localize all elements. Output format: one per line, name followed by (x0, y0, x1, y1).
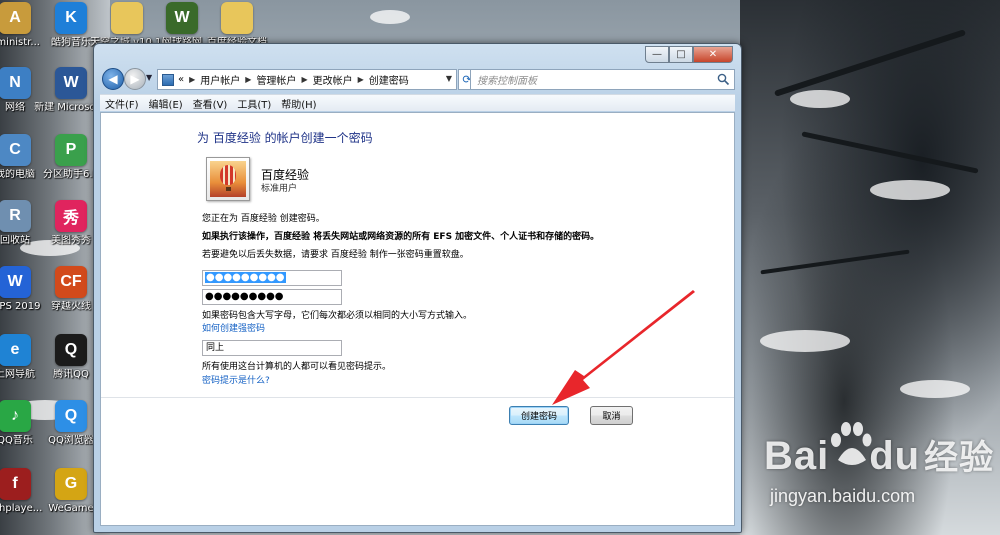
desktop-icon-word-image-icon: W (55, 67, 87, 99)
address-bar[interactable]: « ▶ 用户帐户 ▶ 管理帐户 ▶ 更改帐户 ▶ 创建密码 ▼ (157, 69, 457, 90)
wallpaper-snow (370, 10, 410, 24)
breadcrumb-item-create-password[interactable]: 创建密码 (369, 72, 409, 87)
desktop-icon-network-image-icon: N (0, 67, 31, 99)
desktop-icon-partition-image-icon: P (55, 134, 87, 166)
desktop-icon-cf-image-icon: CF (55, 266, 87, 298)
close-icon: ✕ (708, 49, 718, 60)
forward-arrow-icon: ▶ (130, 72, 140, 86)
search-box[interactable]: 搜索控制面板 (470, 69, 735, 90)
menu-tools[interactable]: 工具(T) (232, 96, 276, 111)
window-caption-buttons: — □ ✕ (645, 46, 733, 63)
breadcrumb-separator-icon: ▶ (301, 75, 308, 84)
desktop-icon-wps-image-icon: W (0, 266, 31, 298)
create-password-button[interactable]: 创建密码 (509, 406, 569, 425)
breadcrumb-item-user-accounts[interactable]: 用户帐户 (200, 72, 240, 87)
menu-help[interactable]: 帮助(H) (276, 96, 321, 111)
desktop-icon-qqbrowser-image-icon: Q (55, 400, 87, 432)
desktop-icon-administrator-image-icon: A (0, 2, 31, 34)
desktop-icon-meitu-image-icon: 秀 (55, 200, 87, 232)
breadcrumb-item-change-account[interactable]: 更改帐户 (313, 72, 353, 87)
desktop-icon-folder-2-image-icon (221, 2, 253, 34)
breadcrumb-separator-icon: ▶ (189, 75, 196, 84)
user-avatar (206, 157, 250, 201)
content-pane: 为 百度经验 的帐户创建一个密码 百度经验 标准用户 您正在为 百度经验 创建密… (100, 112, 735, 526)
wallpaper-snow (790, 90, 850, 108)
data-loss-warning: 如果执行该操作，百度经验 将丢失网站或网络资源的所有 EFS 加密文件、个人证书… (202, 232, 600, 242)
desktop-icon-ie-image-icon: e (0, 334, 31, 366)
password-hint-field[interactable]: 同上 (202, 340, 342, 356)
breadcrumb-item-manage-accounts[interactable]: 管理帐户 (256, 72, 296, 87)
menu-bar: 文件(F) 编辑(E) 查看(V) 工具(T) 帮助(H) (100, 94, 735, 111)
new-password-field[interactable]: ●●●●●●●●● (202, 270, 342, 286)
cancel-button[interactable]: 取消 (590, 406, 633, 425)
wallpaper-snow (760, 330, 850, 352)
button-divider (101, 397, 734, 398)
address-dropdown-icon[interactable]: ▼ (446, 74, 452, 83)
hot-air-balloon-picture-icon (210, 161, 246, 197)
desktop-icon-folder-2[interactable]: 百度经验文档 (200, 2, 274, 49)
desktop-icon-flashplayer-image-icon: f (0, 468, 31, 500)
desktop-icon-recycle-bin-image-icon: R (0, 200, 31, 232)
page-title: 为 百度经验 的帐户创建一个密码 (197, 131, 373, 145)
menu-file[interactable]: 文件(F) (100, 96, 144, 111)
creating-password-message: 您正在为 百度经验 创建密码。 (202, 214, 325, 224)
breadcrumb-separator-icon: ▶ (357, 75, 364, 84)
forward-button[interactable]: ▶ (124, 68, 146, 90)
control-panel-icon (162, 73, 174, 86)
hint-visibility-note: 所有使用这台计算机的人都可以看见密码提示。 (202, 362, 392, 372)
control-panel-window: — □ ✕ ◀ ▶ ▼ « ▶ 用户帐户 ▶ 管理帐户 ▶ 更改帐户 ▶ 创建密… (93, 43, 742, 533)
back-button[interactable]: ◀ (102, 68, 124, 90)
baidu-paw-icon (831, 422, 872, 465)
menu-view[interactable]: 查看(V) (188, 96, 233, 111)
wallpaper-snow (870, 180, 950, 200)
reset-disk-advice: 若要避免以后丢失数据，请要求 百度经验 制作一张密码重置软盘。 (202, 250, 469, 260)
wallpaper-snow (900, 380, 970, 398)
baidu-watermark: Bai du 经验 jingyan.baidu.com (764, 422, 1000, 528)
watermark-url: jingyan.baidu.com (770, 486, 916, 506)
desktop-icon-wegame-image-icon: G (55, 468, 87, 500)
navigation-bar: ◀ ▶ ▼ « ▶ 用户帐户 ▶ 管理帐户 ▶ 更改帐户 ▶ 创建密码 ▼ ⟳ … (100, 68, 735, 92)
search-icon[interactable] (717, 73, 730, 86)
watermark-logo: Bai du 经验 (764, 434, 995, 478)
desktop-icon-folder-1-image-icon (111, 2, 143, 34)
breadcrumb-separator-icon: ▶ (245, 75, 252, 84)
menu-edit[interactable]: 编辑(E) (144, 96, 188, 111)
desktop-icon-qqmusic-image-icon: ♪ (0, 400, 31, 432)
desktop-icon-computer-image-icon: C (0, 134, 31, 166)
desktop-icon-game-image-icon: W (166, 2, 198, 34)
desktop-icon-qq-image-icon: Q (55, 334, 87, 366)
user-type: 标准用户 (261, 184, 298, 194)
maximize-button[interactable]: □ (669, 46, 693, 63)
minimize-icon: — (652, 49, 662, 60)
search-placeholder: 搜索控制面板 (477, 76, 537, 87)
maximize-icon: □ (676, 49, 686, 60)
breadcrumb-overflow[interactable]: « (178, 74, 184, 85)
confirm-password-field[interactable]: ●●●●●●●●● (202, 289, 342, 305)
close-button[interactable]: ✕ (693, 46, 733, 63)
strong-password-link[interactable]: 如何创建强密码 (202, 321, 265, 334)
desktop-icon-kugou-image-icon: K (55, 2, 87, 34)
password-hint-help-link[interactable]: 密码提示是什么? (202, 373, 270, 386)
recent-pages-dropdown-icon[interactable]: ▼ (146, 73, 152, 82)
minimize-button[interactable]: — (645, 46, 669, 63)
back-arrow-icon: ◀ (108, 72, 118, 86)
case-sensitivity-note: 如果密码包含大写字母，它们每次都必须以相同的大小写方式输入。 (202, 311, 473, 321)
